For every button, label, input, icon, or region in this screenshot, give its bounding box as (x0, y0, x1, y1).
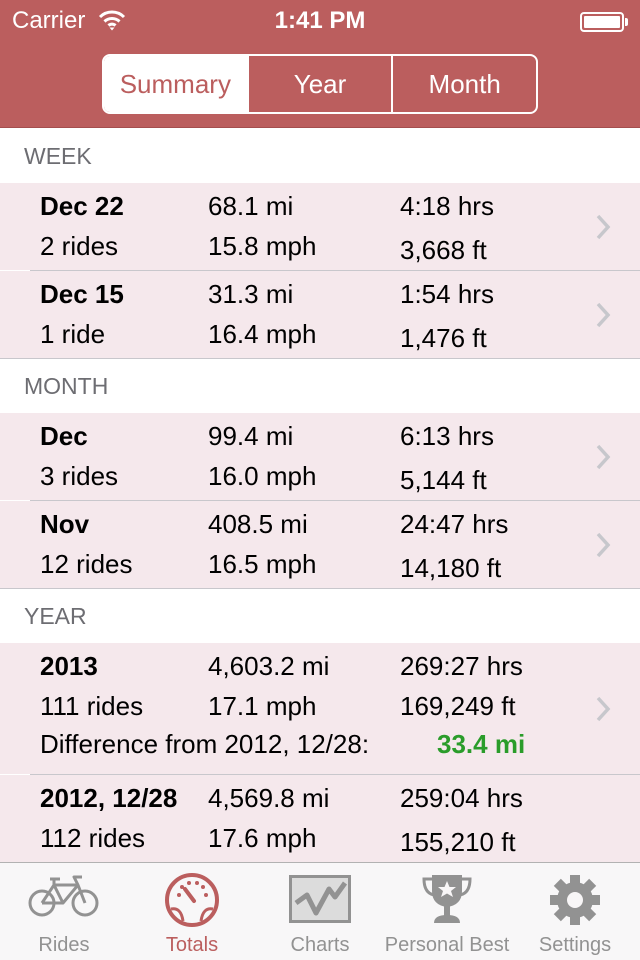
speedometer-icon (165, 873, 219, 927)
month-row-dec[interactable]: Dec 3 rides 99.4 mi 16.0 mph 6:13 hrs 5,… (0, 413, 640, 501)
row-speed: 16.4 mph (208, 319, 317, 349)
gear-icon (550, 875, 600, 925)
segment-year[interactable]: Year (246, 56, 392, 112)
row-speed: 17.6 mph (208, 823, 317, 853)
tab-label: Settings (538, 934, 612, 956)
chevron-right-icon (596, 532, 611, 558)
row-duration: 6:13 hrs (400, 421, 494, 451)
chevron-right-icon (596, 302, 611, 328)
segment-summary[interactable]: Summary (104, 56, 247, 112)
row-distance: 4,603.2 mi (208, 651, 330, 681)
row-rides: 2 rides (40, 231, 119, 261)
row-rides: 112 rides (40, 823, 146, 853)
tab-label: Rides (38, 934, 90, 956)
row-distance: 31.3 mi (208, 279, 294, 309)
tab-bar: Rides Totals Charts Personal Best Settin… (0, 862, 640, 960)
row-rides: 1 ride (40, 319, 106, 349)
row-distance: 68.1 mi (208, 191, 294, 221)
line-chart-icon (289, 875, 351, 923)
tab-label: Personal Best (384, 934, 510, 956)
difference-label: Difference from 2012, 12/28: (40, 729, 370, 759)
row-speed: 15.8 mph (208, 231, 317, 261)
row-duration: 259:04 hrs (400, 783, 523, 813)
segment-month[interactable]: Month (391, 56, 536, 112)
row-elevation: 14,180 ft (400, 553, 502, 583)
trophy-icon (422, 875, 472, 923)
segmented-control: Summary Year Month (102, 54, 538, 114)
row-elevation: 169,249 ft (400, 691, 516, 721)
nav-header: Carrier 1:41 PM Summary Year Month (0, 0, 640, 128)
row-speed: 17.1 mph (208, 691, 317, 721)
row-duration: 4:18 hrs (400, 191, 494, 221)
totals-list[interactable]: WEEK Dec 22 2 rides 68.1 mi 15.8 mph 4:1… (0, 129, 640, 863)
tab-rides[interactable]: Rides (0, 863, 128, 960)
battery-tip (625, 18, 628, 26)
chevron-right-icon (596, 696, 611, 722)
year-row-2013[interactable]: 2013 111 rides 4,603.2 mi 17.1 mph 269:2… (0, 643, 640, 775)
row-speed: 16.0 mph (208, 461, 317, 491)
row-title: Dec 22 (40, 191, 124, 221)
row-elevation: 5,144 ft (400, 465, 487, 495)
row-distance: 408.5 mi (208, 509, 308, 539)
row-distance: 4,569.8 mi (208, 783, 330, 813)
tab-label: Charts (290, 934, 350, 956)
section-header-year: YEAR (0, 589, 640, 643)
tab-label: Totals (165, 934, 219, 956)
week-row-dec-22[interactable]: Dec 22 2 rides 68.1 mi 15.8 mph 4:18 hrs… (0, 183, 640, 271)
row-rides: 111 rides (40, 691, 144, 721)
row-title: 2013 (40, 651, 98, 681)
row-duration: 269:27 hrs (400, 651, 523, 681)
row-speed: 16.5 mph (208, 549, 317, 579)
clock: 1:41 PM (274, 7, 366, 34)
chevron-right-icon (596, 214, 611, 240)
tab-totals[interactable]: Totals (128, 863, 256, 960)
row-elevation: 3,668 ft (400, 235, 487, 265)
tab-charts[interactable]: Charts (256, 863, 384, 960)
year-row-2012[interactable]: 2012, 12/28 112 rides 4,569.8 mi 17.6 mp… (0, 775, 640, 863)
row-title: Dec (40, 421, 88, 451)
bicycle-icon (28, 875, 99, 917)
month-row-nov[interactable]: Nov 12 rides 408.5 mi 16.5 mph 24:47 hrs… (0, 501, 640, 589)
row-elevation: 155,210 ft (400, 827, 516, 857)
row-elevation: 1,476 ft (400, 323, 487, 353)
chevron-right-icon (596, 444, 611, 470)
status-bar: Carrier 1:41 PM (0, 0, 640, 40)
section-header-month: MONTH (0, 359, 640, 413)
difference-value: 33.4 mi (437, 729, 526, 759)
row-duration: 1:54 hrs (400, 279, 494, 309)
row-title: Nov (40, 509, 90, 539)
row-title: Dec 15 (40, 279, 124, 309)
tab-personal-best[interactable]: Personal Best (384, 863, 510, 960)
row-title: 2012, 12/28 (40, 783, 178, 813)
row-duration: 24:47 hrs (400, 509, 509, 539)
section-header-week: WEEK (0, 129, 640, 183)
row-distance: 99.4 mi (208, 421, 294, 451)
row-rides: 3 rides (40, 461, 119, 491)
battery-icon (580, 12, 624, 32)
row-rides: 12 rides (40, 549, 133, 579)
week-row-dec-15[interactable]: Dec 15 1 ride 31.3 mi 16.4 mph 1:54 hrs … (0, 271, 640, 359)
tab-settings[interactable]: Settings (510, 863, 640, 960)
